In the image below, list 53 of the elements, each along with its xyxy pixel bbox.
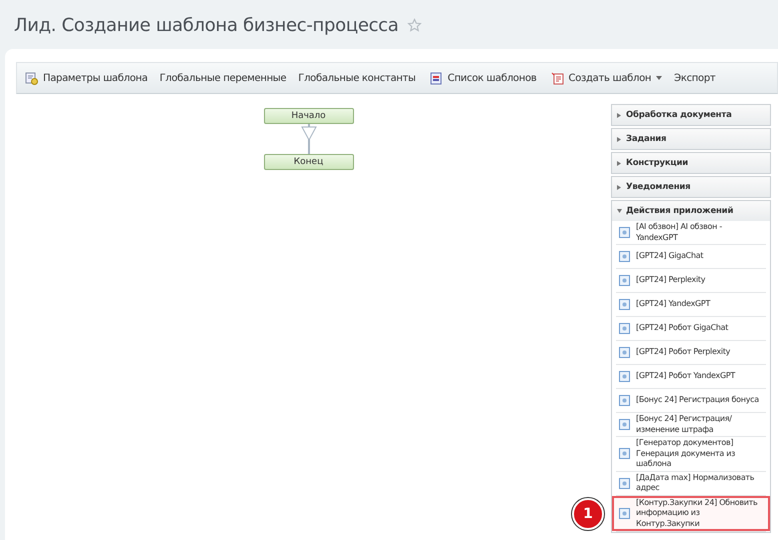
connector-arrow [300, 124, 316, 154]
section-title: Задания [626, 134, 666, 144]
callout-badge: 1 [572, 498, 604, 530]
section-header[interactable]: Задания [611, 128, 771, 150]
section-title: Конструкции [626, 158, 688, 168]
section-title: Уведомления [626, 182, 690, 192]
start-node[interactable]: Начало [264, 108, 354, 124]
activity-item[interactable]: [Бонус 24] Регистрация бонуса [616, 389, 766, 412]
activity-item[interactable]: [GPT24] GigaChat [616, 245, 766, 268]
section-title: Обработка документа [626, 110, 732, 120]
section-header[interactable]: Уведомления [611, 176, 771, 198]
activity-icon [619, 347, 630, 358]
triangle-icon [617, 112, 622, 118]
end-node[interactable]: Конец [264, 154, 354, 170]
activity-item[interactable]: [AI обзвон] AI обзвон - YandexGPT [616, 221, 766, 244]
list-icon [430, 72, 443, 84]
activity-icon [619, 448, 630, 460]
activity-item[interactable]: [GPT24] Робот GigaChat [616, 317, 766, 340]
activity-item[interactable]: [GPT24] Робот YandexGPT [616, 365, 766, 388]
activity-item[interactable]: [Контур.Закупки 24] Обновить информацию из Контур.Закупки [612, 496, 770, 531]
activity-item[interactable]: [ДаДата max] Нормализовать адрес [616, 472, 766, 494]
activity-icon [619, 299, 630, 310]
triangle-icon [617, 184, 622, 190]
activity-item[interactable]: [Бонус 24] Регистрация/ изменение штрафа [616, 413, 766, 436]
activity-icon [619, 251, 630, 262]
activity-icon [619, 275, 630, 286]
toolbar-button[interactable]: Список шаблонов [422, 63, 543, 93]
triangle-icon [617, 160, 622, 166]
activity-icon [619, 371, 630, 382]
activity-item[interactable]: [GPT24] YandexGPT [616, 293, 766, 316]
activity-icon [619, 323, 630, 334]
activity-item[interactable]: [Генератор документов] Генерация документа из шаблона [616, 437, 766, 470]
page-title: Лид. Создание шаблона бизнес-процесса [14, 15, 399, 36]
new-document-icon [550, 72, 564, 84]
triangle-icon [617, 136, 622, 142]
star-icon[interactable] [406, 18, 422, 33]
section-header[interactable]: Обработка документа [611, 104, 771, 126]
activity-icon [619, 419, 630, 430]
activity-icon [619, 227, 630, 238]
section-title: Действия приложений [626, 206, 734, 216]
triangle-icon [617, 208, 622, 214]
toolbar-button[interactable]: Экспорт [668, 63, 722, 93]
toolbar-button[interactable]: Создать шаблон [542, 63, 668, 93]
toolbar-button[interactable]: Глобальные константы [292, 63, 422, 93]
activity-item[interactable]: [GPT24] Робот Perplexity [616, 341, 766, 364]
activity-icon [619, 395, 630, 406]
section-header[interactable]: Конструкции [611, 152, 771, 174]
toolbar-button[interactable]: Параметры шаблона [17, 63, 154, 93]
activity-item[interactable]: [GPT24] Perplexity [616, 269, 766, 292]
section-header[interactable]: Действия приложений [611, 200, 771, 221]
activity-icon [619, 478, 630, 488]
toolbar-button[interactable]: Глобальные переменные [154, 63, 292, 93]
activity-icon [619, 508, 630, 519]
